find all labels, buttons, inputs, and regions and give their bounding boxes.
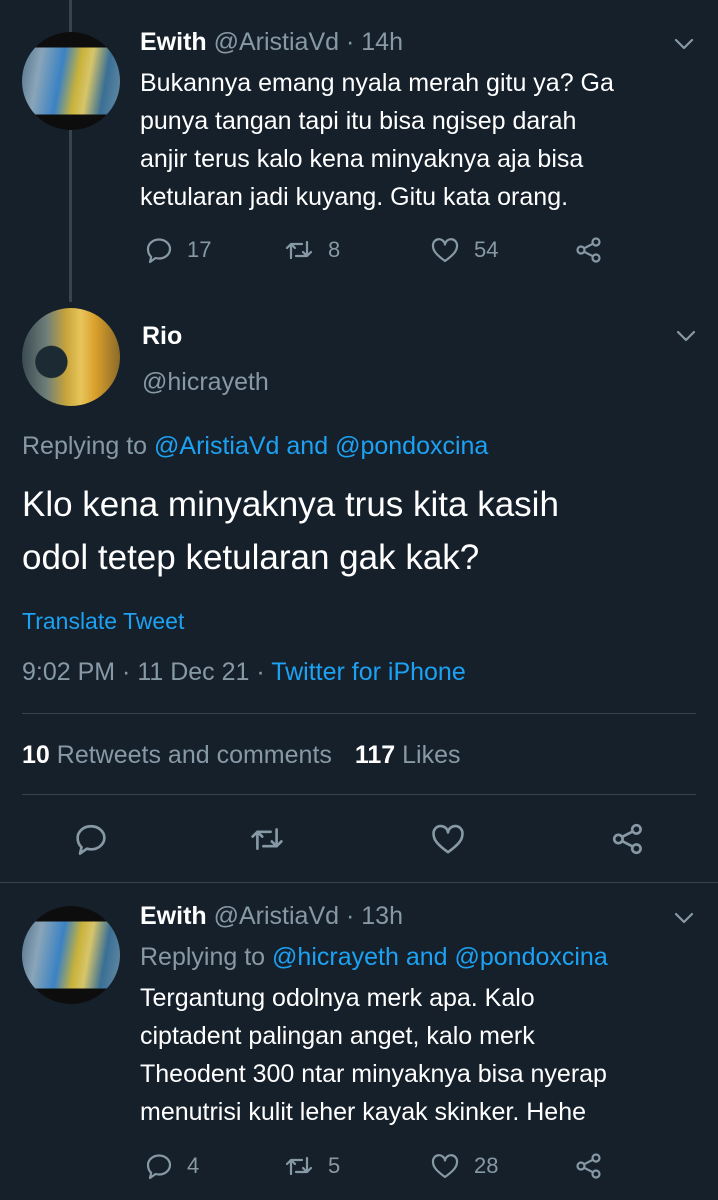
retweet-button[interactable] <box>249 822 285 856</box>
tweet-text-line: ciptadent palingan anget, kalo merk <box>140 1022 535 1050</box>
client-link[interactable]: Twitter for iPhone <box>271 658 466 686</box>
mention-link[interactable]: @AristiaVd <box>154 432 279 460</box>
reply-button[interactable]: 17 <box>145 236 211 264</box>
mention-link[interactable]: @hicrayeth <box>272 943 399 971</box>
username[interactable]: @AristiaVd <box>214 28 339 56</box>
mention-link[interactable]: @pondoxcina <box>454 943 607 971</box>
share-icon <box>574 1152 604 1180</box>
chevron-down-icon[interactable] <box>672 906 696 930</box>
translate-tweet-link[interactable]: Translate Tweet <box>22 608 184 635</box>
reply-icon <box>74 822 108 856</box>
retweet-count: 5 <box>328 1153 341 1178</box>
chevron-down-icon[interactable] <box>672 32 696 56</box>
avatar[interactable] <box>22 906 120 1004</box>
retweet-icon <box>284 1152 314 1180</box>
tweet-text-line: Theodent 300 ntar minyaknya bisa nyerap <box>140 1060 607 1088</box>
separator: · <box>346 902 355 930</box>
replying-prefix: Replying to <box>140 943 266 971</box>
retweet-icon <box>284 236 314 264</box>
like-count: 54 <box>474 237 499 262</box>
share-icon <box>574 236 604 264</box>
tweet-meta: 9:02 PM · 11 Dec 21 · Twitter for iPhone <box>22 658 466 687</box>
like-icon <box>430 822 466 856</box>
tweet-text: Tergantung odolnya merk apa. Kalo ciptad… <box>140 979 705 1131</box>
divider <box>22 794 696 795</box>
divider <box>22 713 696 714</box>
retweet-icon <box>249 822 285 856</box>
tweet-timestamp[interactable]: 9:02 PM · 11 Dec 21 · <box>22 658 265 686</box>
retweet-button[interactable]: 8 <box>284 236 340 264</box>
tweet-text: Bukannya emang nyala merah gitu ya? Ga p… <box>140 64 700 216</box>
replying-to: Replying to @hicrayeth and @pondoxcina <box>140 943 608 972</box>
timestamp[interactable]: 13h <box>361 902 403 930</box>
tweet-stats: 10 Retweets and comments 117 Likes <box>22 741 461 770</box>
tweet-text-line: punya tangan tapi itu bisa ngisep darah <box>140 107 577 135</box>
replying-to: Replying to @AristiaVd and @pondoxcina <box>22 432 488 461</box>
retweets-count: 10 <box>22 741 50 769</box>
timestamp[interactable]: 14h <box>361 28 403 56</box>
replying-and[interactable]: and <box>406 943 448 971</box>
tweet-header: Ewith @AristiaVd · 13h <box>140 902 403 931</box>
like-icon <box>430 1152 460 1180</box>
tweet-text-line: ketularan jadi kuyang. Gitu kata orang. <box>140 183 569 211</box>
like-button[interactable]: 28 <box>430 1152 498 1180</box>
reply-icon <box>145 1152 173 1180</box>
reply-count: 4 <box>187 1153 200 1178</box>
tweet-text-line: Bukannya emang nyala merah gitu ya? Ga <box>140 69 614 97</box>
likes-label: Likes <box>402 741 461 769</box>
separator: · <box>346 28 355 56</box>
avatar[interactable] <box>22 308 120 406</box>
likes-count: 117 <box>354 741 396 769</box>
tweet-text-line: odol tetep ketularan gak kak? <box>22 538 480 577</box>
display-name[interactable]: Rio <box>142 322 182 351</box>
retweets-label: Retweets and comments <box>56 741 332 769</box>
username[interactable]: @AristiaVd <box>214 902 339 930</box>
display-name[interactable]: Ewith <box>140 28 207 56</box>
reply-icon <box>145 236 173 264</box>
share-button[interactable] <box>610 822 646 856</box>
tweet-text-line: anjir terus kalo kena minyaknya aja bisa <box>140 145 584 173</box>
like-button[interactable]: 54 <box>430 236 498 264</box>
display-name[interactable]: Ewith <box>140 902 207 930</box>
like-count: 28 <box>474 1153 499 1178</box>
share-button[interactable] <box>574 1152 604 1180</box>
share-icon <box>610 822 646 856</box>
avatar[interactable] <box>22 32 120 130</box>
like-icon <box>430 236 460 264</box>
tweet-text-line: Klo kena minyaknya trus kita kasih <box>22 485 559 524</box>
reply-button[interactable] <box>74 822 108 856</box>
retweets-stat[interactable]: 10 Retweets and comments <box>22 741 339 769</box>
reply-count: 17 <box>187 237 212 262</box>
tweet-header: Ewith @AristiaVd · 14h <box>140 28 403 57</box>
mention-link[interactable]: @pondoxcina <box>335 432 488 460</box>
username[interactable]: @hicrayeth <box>142 368 269 397</box>
replying-prefix: Replying to <box>22 432 148 460</box>
retweet-count: 8 <box>328 237 341 262</box>
retweet-button[interactable]: 5 <box>284 1152 340 1180</box>
replying-and[interactable]: and <box>286 432 328 460</box>
chevron-down-icon[interactable] <box>674 324 698 348</box>
tweet-text-line: Tergantung odolnya merk apa. Kalo <box>140 984 535 1012</box>
tweet-text-line: menutrisi kulit leher kayak skinker. Heh… <box>140 1098 587 1126</box>
tweet-text: Klo kena minyaknya trus kita kasih odol … <box>22 478 702 584</box>
share-button[interactable] <box>574 236 604 264</box>
likes-stat[interactable]: 117 Likes <box>355 741 461 769</box>
divider <box>0 882 718 883</box>
like-button[interactable] <box>430 822 466 856</box>
reply-button[interactable]: 4 <box>145 1152 199 1180</box>
